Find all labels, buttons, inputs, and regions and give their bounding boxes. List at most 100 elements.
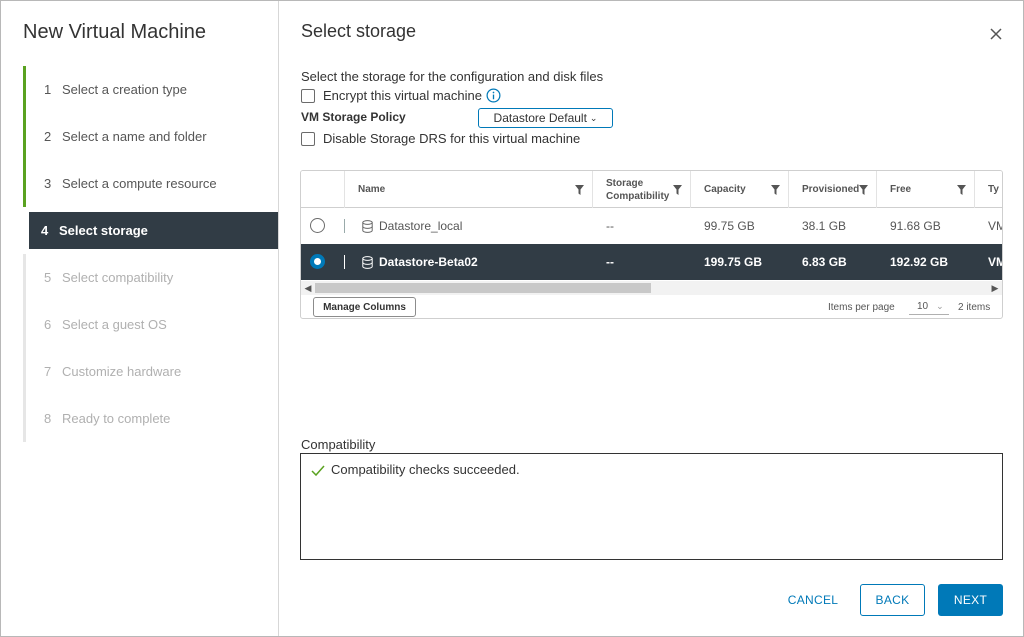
disable-drs-label: Disable Storage DRS for this virtual mac… xyxy=(323,131,581,146)
wizard-step-7: 7 Customize hardware xyxy=(23,348,278,395)
items-count: 2 items xyxy=(958,302,991,313)
info-icon[interactable] xyxy=(486,88,501,103)
cell-compat: -- xyxy=(606,219,614,233)
column-header-free[interactable]: Free xyxy=(877,171,975,208)
wizard-step-8: 8 Ready to complete xyxy=(23,395,278,442)
step-label: Customize hardware xyxy=(62,364,182,379)
datastore-icon xyxy=(362,255,373,269)
step-number: 4 xyxy=(41,223,49,238)
column-header-name[interactable]: Name xyxy=(345,171,593,208)
back-button[interactable]: BACK xyxy=(860,584,925,616)
step-label: Select a guest OS xyxy=(62,317,167,332)
step-label: Select storage xyxy=(59,223,148,238)
step-label: Select a compute resource xyxy=(62,176,217,191)
step-number: 5 xyxy=(44,270,52,285)
row-radio[interactable] xyxy=(310,254,325,269)
encrypt-label: Encrypt this virtual machine xyxy=(323,88,482,103)
disable-drs-checkbox[interactable] xyxy=(301,131,315,146)
chevron-down-icon: ⌄ xyxy=(936,301,944,311)
storage-policy-label: VM Storage Policy xyxy=(301,110,406,124)
new-vm-dialog: New Virtual Machine 1 Select a creation t… xyxy=(0,0,1024,637)
compatibility-box: Compatibility checks succeeded. xyxy=(300,453,1003,560)
table-row[interactable]: Datastore_local -- 99.75 GB 38.1 GB 91.6… xyxy=(301,208,1002,244)
page-description: Select the storage for the configuration… xyxy=(301,69,604,84)
filter-icon[interactable] xyxy=(859,185,868,195)
step-label: Select a name and folder xyxy=(62,129,207,144)
cell-capacity: 99.75 GB xyxy=(704,219,755,233)
wizard-step-6: 6 Select a guest OS xyxy=(23,301,278,348)
row-radio[interactable] xyxy=(310,218,325,233)
column-label: Capacity xyxy=(704,184,746,195)
chevron-down-icon: ⌄ xyxy=(589,112,598,123)
cell-name: Datastore-Beta02 xyxy=(349,244,478,280)
horizontal-scrollbar[interactable]: ◀ ▶ xyxy=(301,281,1002,295)
cell-type: VM xyxy=(988,219,1002,233)
column-label: Provisioned xyxy=(802,184,860,195)
cell-capacity: 199.75 GB xyxy=(704,255,763,269)
filter-icon[interactable] xyxy=(575,185,584,195)
datastore-name: Datastore_local xyxy=(379,219,463,233)
column-label: Free xyxy=(890,184,912,195)
step-number: 8 xyxy=(44,411,52,426)
compatibility-label: Compatibility xyxy=(301,437,376,452)
column-header-type[interactable]: Ty xyxy=(975,171,1002,208)
wizard-steps: 1 Select a creation type 2 Select a name a… xyxy=(23,66,278,442)
encrypt-row: Encrypt this virtual machine xyxy=(301,88,501,103)
step-label: Ready to complete xyxy=(62,411,171,426)
column-label-line1: Storage xyxy=(606,177,644,189)
column-header-capacity[interactable]: Capacity xyxy=(691,171,789,208)
wizard-step-1[interactable]: 1 Select a creation type xyxy=(23,66,278,113)
step-label: Select compatibility xyxy=(62,270,174,285)
column-label: Name xyxy=(358,184,386,195)
step-number: 2 xyxy=(44,129,52,144)
items-per-page-select[interactable]: 10 ⌄ xyxy=(909,299,949,315)
scroll-right-icon[interactable]: ▶ xyxy=(988,281,1002,295)
wizard-sidebar: New Virtual Machine 1 Select a creation t… xyxy=(1,1,279,636)
wizard-content: Select storage Select the storage for th… xyxy=(280,1,1023,636)
row-divider xyxy=(344,255,345,269)
row-divider xyxy=(344,219,345,233)
scroll-left-icon[interactable]: ◀ xyxy=(301,281,315,295)
step-number: 7 xyxy=(44,364,52,379)
step-number: 1 xyxy=(44,82,52,97)
select-column-header xyxy=(301,171,345,208)
next-button[interactable]: NEXT xyxy=(938,584,1003,616)
storage-policy-value: Datastore Default xyxy=(493,111,587,125)
filter-icon[interactable] xyxy=(673,185,682,195)
cell-free: 91.68 GB xyxy=(890,219,941,233)
cell-compat: -- xyxy=(606,255,614,269)
filter-icon[interactable] xyxy=(957,185,966,195)
wizard-step-3[interactable]: 3 Select a compute resource xyxy=(23,160,278,207)
step-number: 3 xyxy=(44,176,52,191)
cell-name: Datastore_local xyxy=(349,208,462,244)
step-label: Select a creation type xyxy=(62,82,188,97)
cell-free: 192.92 GB xyxy=(890,255,949,269)
table-row[interactable]: Datastore-Beta02 -- 199.75 GB 6.83 GB 19… xyxy=(301,244,1002,280)
disable-drs-row: Disable Storage DRS for this virtual mac… xyxy=(301,131,580,146)
filter-icon[interactable] xyxy=(771,185,780,195)
items-per-page-label: Items per page xyxy=(828,302,895,313)
items-per-page-value: 10 xyxy=(917,301,929,312)
column-label: Storage Compatibility xyxy=(606,177,669,203)
step-number: 6 xyxy=(44,317,52,332)
manage-columns-button[interactable]: Manage Columns xyxy=(313,297,416,317)
storage-policy-select[interactable]: Datastore Default ⌄ xyxy=(478,108,613,128)
wizard-step-2[interactable]: 2 Select a name and folder xyxy=(23,113,278,160)
column-header-storage-compatibility[interactable]: Storage Compatibility xyxy=(593,171,691,208)
close-icon[interactable] xyxy=(987,25,1005,43)
wizard-step-4[interactable]: 4 Select storage xyxy=(29,212,278,249)
cell-provisioned: 6.83 GB xyxy=(802,255,847,269)
scrollbar-thumb[interactable] xyxy=(315,283,651,293)
datastore-grid: Name Storage Compatibility Capacity Provi… xyxy=(300,170,1003,319)
wizard-step-5: 5 Select compatibility xyxy=(23,254,278,301)
column-label-line2: Compatibility xyxy=(606,190,670,202)
grid-header: Name Storage Compatibility Capacity Provi… xyxy=(301,171,1002,208)
cell-type: VM xyxy=(988,255,1002,269)
compatibility-message: Compatibility checks succeeded. xyxy=(331,462,520,477)
datastore-name: Datastore-Beta02 xyxy=(379,255,478,269)
page-title: Select storage xyxy=(301,21,417,41)
wizard-title: New Virtual Machine xyxy=(23,21,207,43)
cancel-button[interactable]: CANCEL xyxy=(782,584,844,616)
encrypt-checkbox[interactable] xyxy=(301,88,315,103)
column-header-provisioned[interactable]: Provisioned xyxy=(789,171,877,208)
